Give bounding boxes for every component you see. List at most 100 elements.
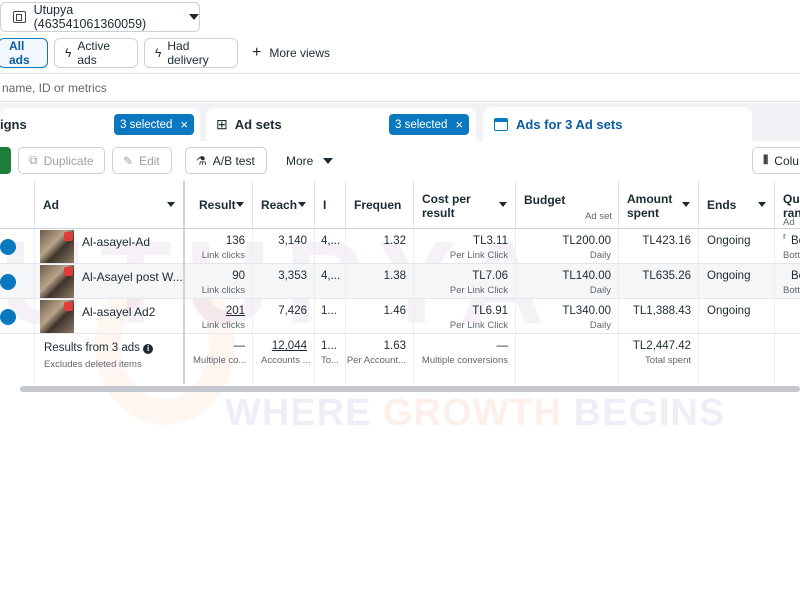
sub: Accounts ... [261, 355, 311, 366]
col-label: Ad [43, 198, 59, 212]
column-divider [252, 229, 253, 384]
col-header-cost-per-result[interactable]: Cost per result [414, 181, 516, 229]
sub: Per Account... [346, 355, 406, 366]
cell-impressions: 4,... [315, 264, 346, 299]
value: 12,044 [271, 340, 307, 352]
sub: Multiple conversions [421, 355, 508, 366]
col-header-ad[interactable]: Ad [35, 181, 184, 229]
info-icon[interactable]: i [143, 344, 154, 354]
value: 1.46 [383, 305, 406, 317]
more-views-button[interactable]: + More views [252, 38, 330, 68]
value: 90 [232, 270, 245, 282]
close-icon[interactable]: × [455, 118, 463, 131]
col-header-result[interactable]: Result [185, 181, 253, 229]
frozen-column-divider [183, 181, 185, 384]
tab-ads[interactable]: Ads for 3 Ad sets [483, 107, 752, 141]
column-divider [314, 229, 315, 384]
col-label: Ends [707, 198, 737, 212]
campaigns-selected-badge[interactable]: 3 selected × [114, 114, 195, 135]
col-header-amount-spent[interactable]: Amount spent [619, 181, 699, 229]
status-toggle[interactable] [0, 274, 16, 290]
summary-row: Results from 3 ads i Excludes deleted it… [0, 334, 800, 382]
sub: Daily [589, 320, 611, 331]
edit-label: Edit [139, 153, 160, 168]
ad-name[interactable]: Al-asayel-Ad [82, 235, 150, 249]
col-header-ends[interactable]: Ends [699, 181, 775, 229]
more-views-label: More views [269, 46, 331, 60]
value: Be [791, 270, 800, 282]
ad-thumbnail [40, 300, 74, 333]
ad-name[interactable]: Al-asayel Ad2 [82, 305, 155, 319]
col-header-reach[interactable]: Reach [253, 181, 315, 229]
value: 4,... [321, 235, 341, 247]
create-button[interactable] [0, 147, 11, 174]
duplicate-icon: ⧉ [29, 153, 38, 167]
view-label: Had delivery [167, 39, 209, 67]
cell-cost-per-result: TL3.11 Per Link Click [414, 229, 516, 264]
pencil-icon: ✎ [123, 153, 134, 168]
tab-campaigns[interactable]: igns 3 selected × [0, 108, 200, 141]
chevron-down-icon [682, 202, 690, 207]
view-label: Active ads [77, 39, 111, 67]
horizontal-scrollbar[interactable] [20, 386, 800, 392]
selected-count: 3 selected [395, 118, 448, 131]
value: TL6.91 [472, 305, 508, 317]
view-label: All ads [9, 39, 30, 67]
value: 136 [225, 235, 245, 247]
cell-frequency: 1.32 [346, 229, 414, 264]
summary-label: Results from 3 ads i [44, 342, 154, 354]
column-divider [698, 229, 699, 384]
watermark-tagline: WHERE GROWTH BEGINS [225, 392, 726, 434]
col-header-budget[interactable]: Budget Ad set [516, 181, 619, 229]
cell-ends: Ongoing [699, 229, 775, 264]
view-all-ads[interactable]: All ads [0, 38, 48, 68]
value: TL1,388.43 [632, 305, 691, 317]
ad-thumbnail [40, 265, 74, 298]
sub: Link clicks [201, 285, 245, 296]
view-active-ads[interactable]: ϟ Active ads [54, 38, 138, 68]
value: 7,426 [278, 305, 307, 317]
sub: Per Link Click [449, 285, 508, 296]
duplicate-button[interactable]: ⧉ Duplicate [18, 147, 105, 174]
value: TL200.00 [562, 235, 611, 247]
close-icon[interactable]: × [180, 118, 188, 131]
status-toggle[interactable] [0, 239, 16, 255]
table-row[interactable]: Al-asayel Ad2 201 Link clicks 7,426 1... … [0, 299, 800, 334]
selected-count: 3 selected [120, 118, 173, 131]
table-row[interactable]: Al-asayel-Ad 136 Link clicks 3,140 4,... … [0, 229, 800, 264]
cell-impressions: 1... [315, 299, 346, 334]
ad-name[interactable]: Al-Asayel post W... [82, 270, 183, 284]
col-header-frequency[interactable]: Frequen [346, 181, 414, 229]
view-had-delivery[interactable]: ϟ Had delivery [144, 38, 238, 68]
tab-ads-label: Ads for 3 Ad sets [516, 116, 623, 132]
chevron-down-icon [323, 157, 334, 164]
value: — [233, 340, 246, 352]
value: 1... [321, 340, 337, 352]
ab-test-button[interactable]: ⚗ A/B test [185, 147, 267, 174]
more-button[interactable]: More [276, 147, 340, 174]
search-input[interactable] [0, 74, 400, 101]
grid-icon: ⊞ [216, 116, 228, 132]
value: TL3.11 [473, 235, 508, 247]
col-header-impressions[interactable]: I [315, 181, 346, 229]
chevron-down-icon [236, 202, 244, 207]
cell-quality: Be Bott [775, 264, 800, 299]
ab-test-label: A/B test [212, 153, 255, 168]
level-tabs: igns 3 selected × ⊞ Ad sets 3 selected ×… [0, 103, 800, 141]
col-header-quality[interactable]: Qua ran Ad r [775, 181, 800, 242]
account-selector[interactable]: Utupya (463541061360059) [0, 2, 200, 32]
edit-button[interactable]: ✎ Edit [112, 147, 172, 174]
tab-ad-sets[interactable]: ⊞ Ad sets 3 selected × [206, 108, 476, 141]
search-bar [0, 73, 800, 102]
columns-button[interactable]: ⦀ Colu [752, 147, 800, 174]
summary-frequency: 1.63 Per Account... [346, 334, 414, 369]
value: TL140.00 [562, 270, 611, 282]
status-toggle[interactable] [0, 309, 16, 325]
ad-sets-selected-badge[interactable]: 3 selected × [389, 114, 470, 135]
columns-label: Colu [774, 153, 799, 168]
summary-sublabel: Excludes deleted items [44, 359, 142, 370]
table-row[interactable]: Al-Asayel post W... 90 Link clicks 3,353 … [0, 264, 800, 299]
value: Ongoing [707, 235, 751, 247]
value: Ongoing [707, 305, 751, 317]
cell-impressions: 4,... [315, 229, 346, 264]
